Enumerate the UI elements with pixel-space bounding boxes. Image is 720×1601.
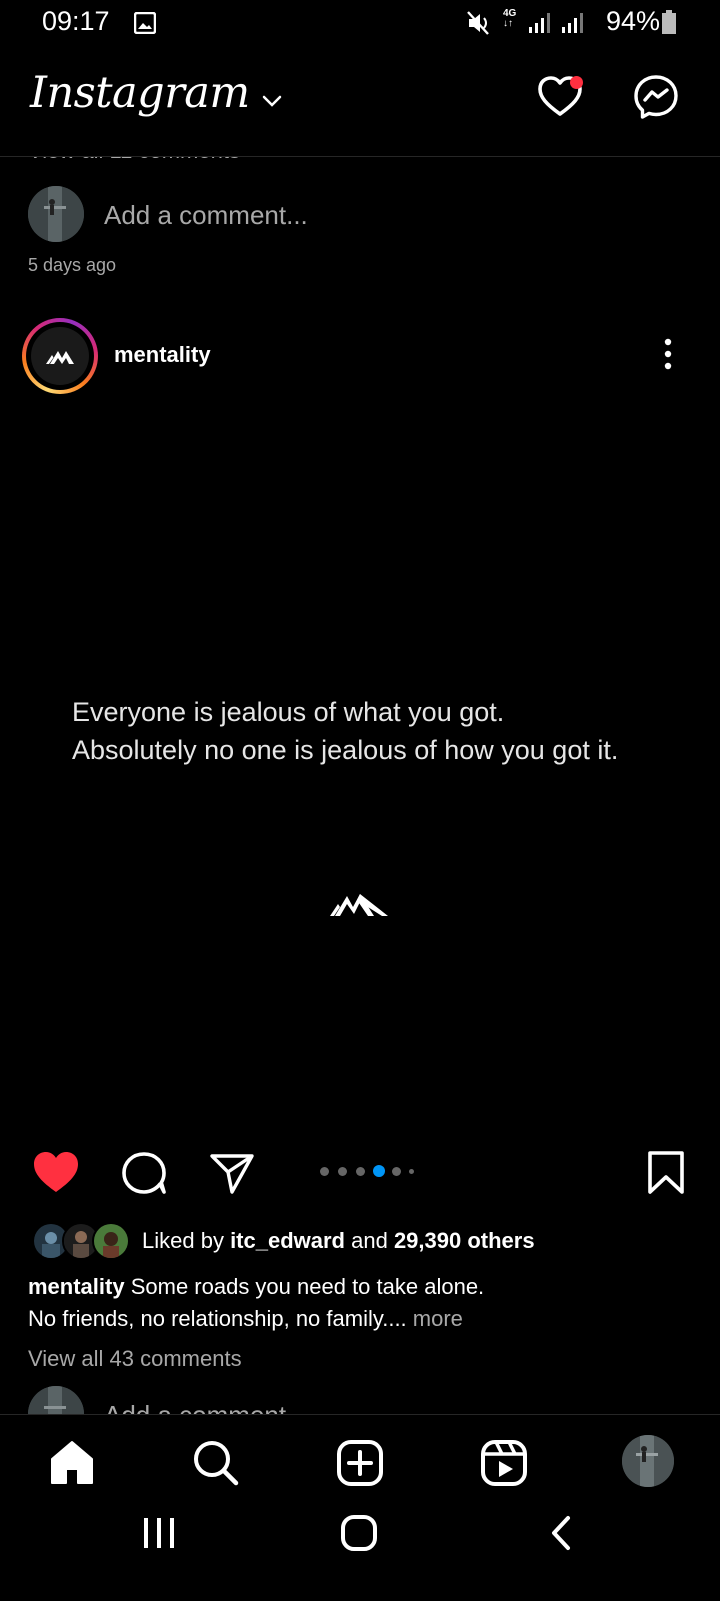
carousel-dot: [392, 1167, 401, 1176]
caption[interactable]: No friends, no relationship, no family..…: [28, 1306, 463, 1332]
instagram-logo[interactable]: Instagram: [30, 68, 250, 118]
quote-line: Everyone is jealous of what you got.: [72, 697, 505, 727]
my-avatar: [28, 186, 84, 242]
battery-level: 94%: [606, 6, 661, 36]
likes-connector: and: [345, 1228, 394, 1253]
view-all-comments-link[interactable]: View all 43 comments: [28, 1346, 242, 1372]
post-image[interactable]: Everyone is jealous of what you got. Abs…: [0, 410, 720, 1130]
create-icon[interactable]: [334, 1437, 386, 1489]
like-heart-icon[interactable]: [32, 1150, 80, 1194]
chevron-down-icon[interactable]: [262, 94, 282, 108]
carousel-dot: [409, 1169, 414, 1174]
search-icon[interactable]: [190, 1437, 242, 1489]
carousel-dot: [320, 1167, 329, 1176]
likes-summary[interactable]: Liked by itc_edward and 29,390 others: [142, 1228, 535, 1254]
home-icon[interactable]: [46, 1437, 98, 1489]
caption-text: No friends, no relationship, no family..…: [28, 1306, 407, 1331]
likes-prefix: Liked by: [142, 1228, 231, 1253]
carousel-dot: [338, 1167, 347, 1176]
recents-icon[interactable]: [142, 1515, 176, 1551]
liked-by-username[interactable]: itc_edward: [230, 1228, 345, 1253]
reels-icon[interactable]: [478, 1437, 530, 1489]
previous-post-time: 5 days ago: [28, 255, 117, 275]
status-bar: 09:17 4G ↓↑ 94%: [0, 0, 720, 48]
liker-avatar[interactable]: [92, 1222, 130, 1260]
signal-icon: [562, 13, 583, 33]
profile-avatar[interactable]: [622, 1435, 674, 1487]
share-icon[interactable]: [208, 1150, 256, 1196]
previous-add-comment-input[interactable]: Add a comment...: [104, 200, 308, 231]
mentality-logo-avatar: [31, 327, 89, 385]
messenger-icon[interactable]: [632, 73, 680, 121]
battery-icon: [662, 10, 676, 34]
post-username[interactable]: mentality: [114, 342, 211, 368]
signal-icon: [529, 13, 550, 33]
mentality-watermark-logo: [330, 894, 388, 916]
caption-text: Some roads you need to take alone.: [124, 1274, 485, 1299]
back-icon[interactable]: [548, 1515, 574, 1551]
likes-count[interactable]: 29,390 others: [394, 1228, 535, 1253]
app-header: Instagram: [0, 48, 720, 157]
comment-icon[interactable]: [120, 1150, 168, 1196]
bookmark-icon[interactable]: [646, 1150, 686, 1196]
carousel-dot-active: [373, 1165, 385, 1177]
home-circle-icon[interactable]: [340, 1515, 378, 1551]
carousel-dot: [356, 1167, 365, 1176]
bottom-navigation: [0, 1414, 720, 1601]
gallery-icon: [134, 12, 156, 34]
more-options-icon[interactable]: [664, 338, 672, 370]
caption-username[interactable]: mentality: [28, 1274, 125, 1299]
caption-more-link[interactable]: more: [407, 1306, 463, 1331]
caption[interactable]: mentality Some roads you need to take al…: [28, 1274, 484, 1300]
notification-dot: [570, 76, 583, 89]
mute-icon: [467, 11, 489, 35]
status-time: 09:17: [42, 6, 110, 36]
quote-line: Absolutely no one is jealous of how you …: [72, 735, 619, 765]
network-type: 4G ↓↑: [503, 8, 517, 29]
